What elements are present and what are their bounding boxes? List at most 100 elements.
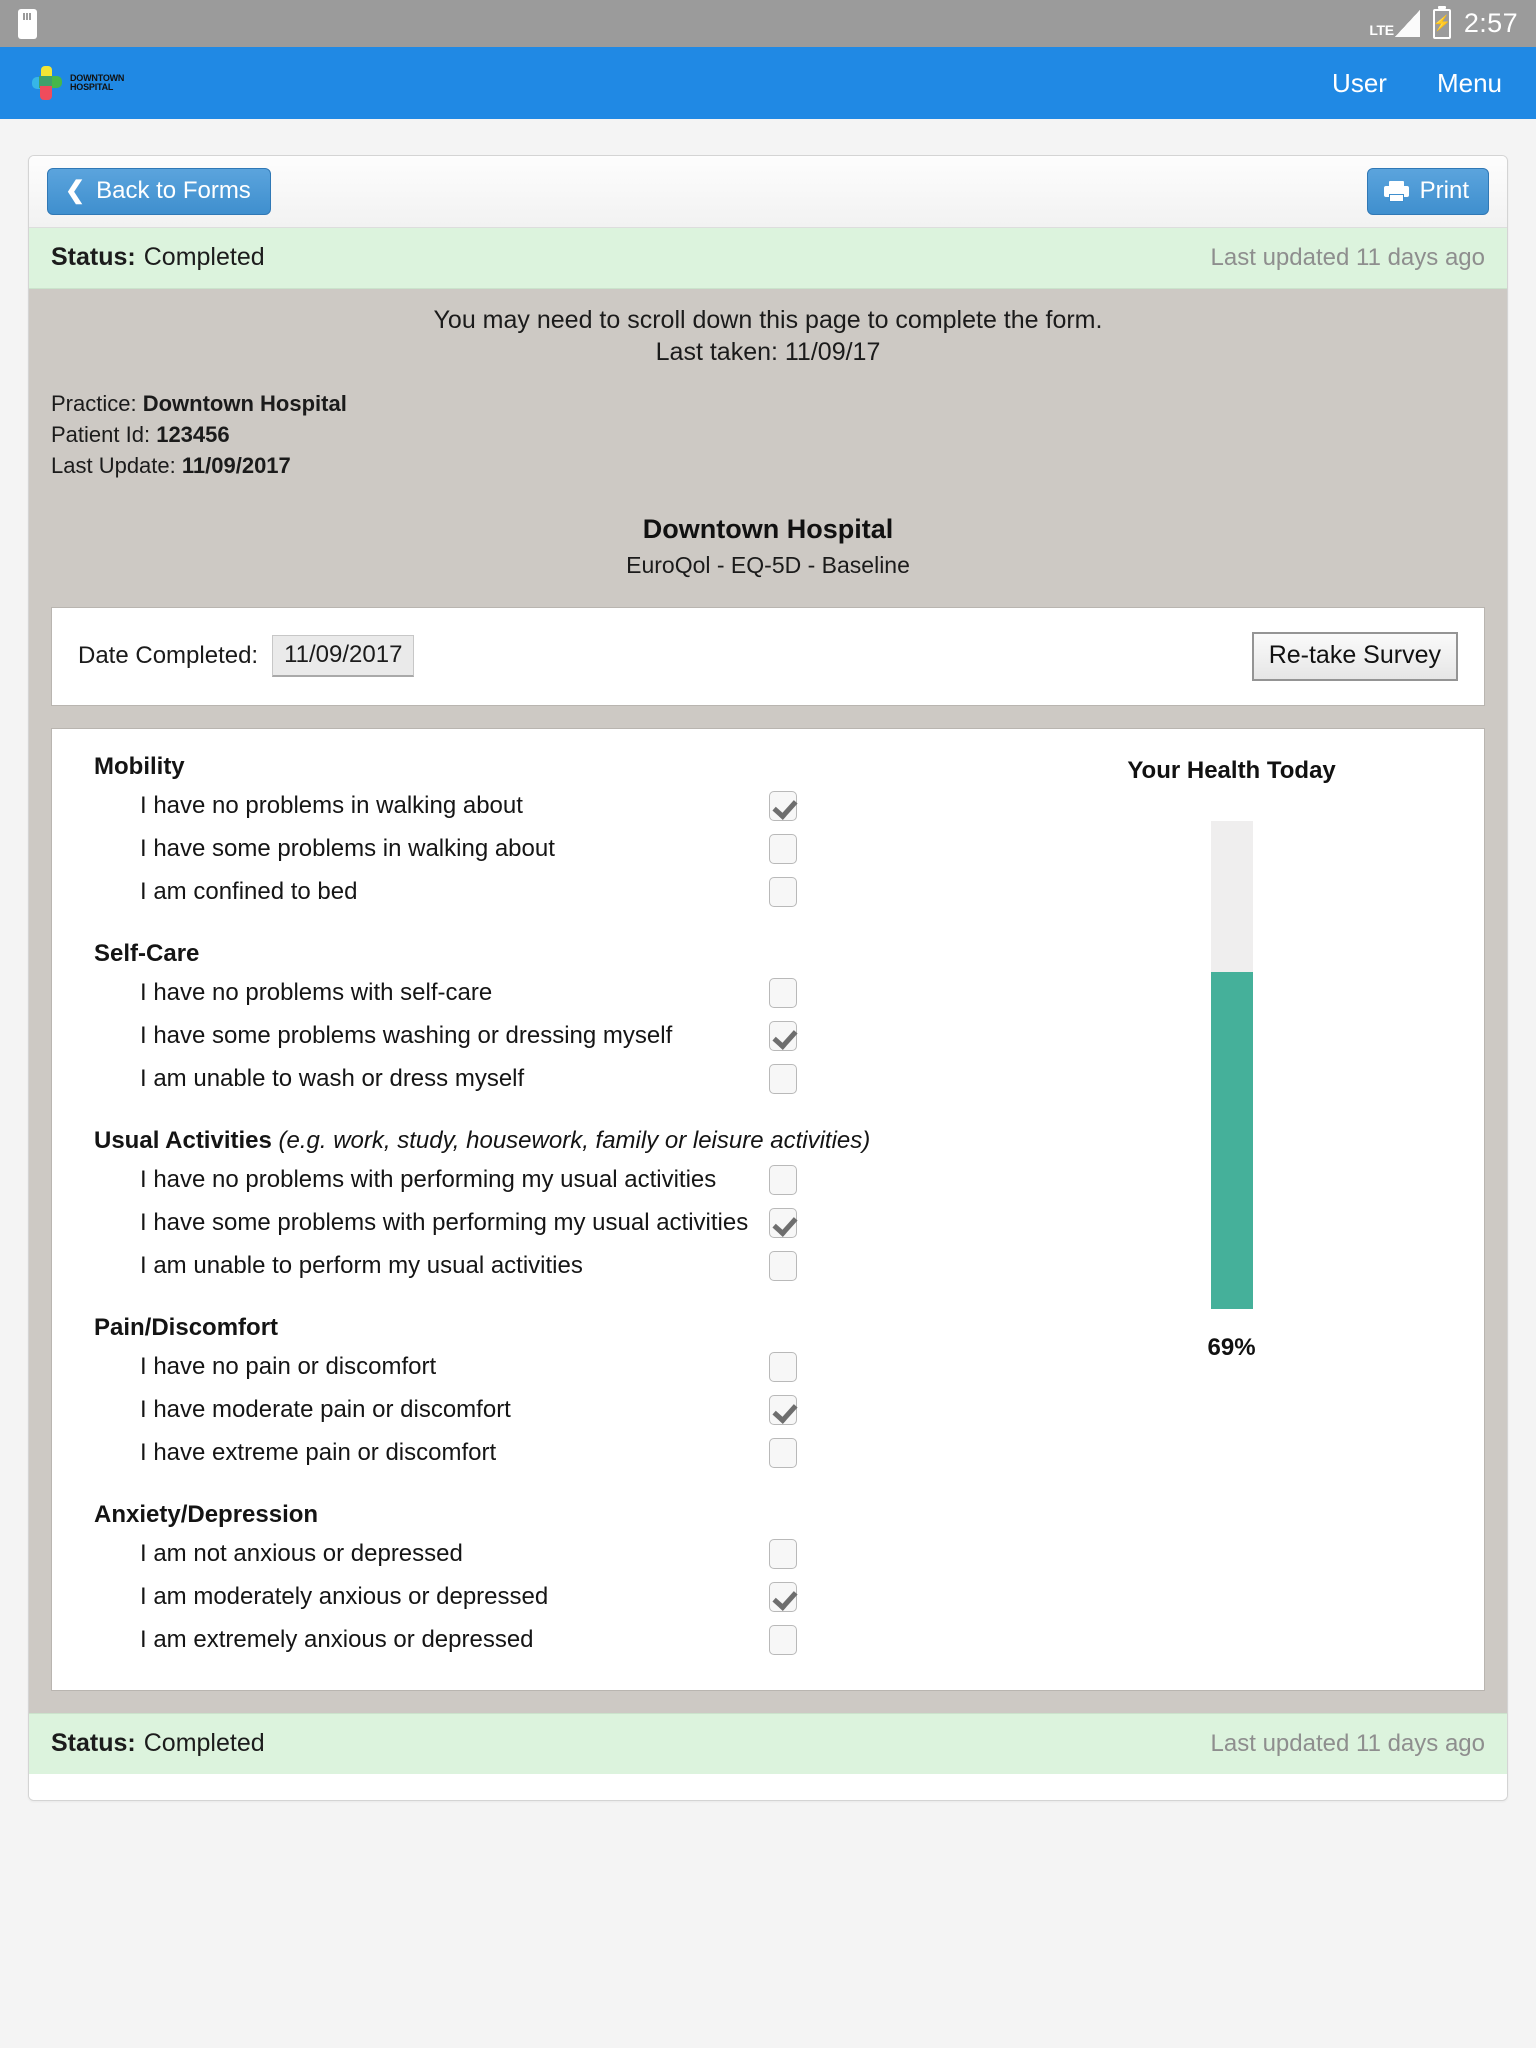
survey-option-row[interactable]: I have some problems in walking about [82,828,997,871]
back-to-forms-button[interactable]: ❮ Back to Forms [47,168,271,215]
last-taken-line: Last taken: 11/09/17 [655,337,881,366]
survey-option-label: I am unable to perform my usual activiti… [140,1252,583,1280]
survey-option-checkbox[interactable] [769,978,798,1009]
brand-logo-text: DOWNTOWN HOSPITAL [70,72,125,93]
survey-option-label: I have some problems in walking about [140,835,555,863]
survey-questions-column: Mobility I have no problems in walking ab… [52,753,997,1662]
survey-option-row[interactable]: I have no pain or discomfort [82,1346,997,1389]
survey-section: Self-Care I have no problems with self-ca… [82,940,997,1101]
survey-option-label: I am moderately anxious or depressed [140,1583,549,1611]
survey-option-label: I have extreme pain or discomfort [140,1439,497,1467]
survey-option-row[interactable]: I have no problems with self-care [82,972,997,1015]
survey-option-row[interactable]: I am extremely anxious or depressed [82,1619,997,1662]
survey-option-label: I am extremely anxious or depressed [140,1626,534,1654]
survey-option-label: I have no problems in walking about [140,792,523,820]
nav-item-menu[interactable]: Menu [1437,70,1502,96]
survey-section: Pain/Discomfort I have no pain or discomf… [82,1314,997,1475]
scroll-hint-line1: You may need to scroll down this page to… [433,306,1103,334]
sd-card-icon [18,8,37,39]
survey-option-label: I have no problems with self-care [140,979,493,1007]
brand-logo-line2: HOSPITAL [70,82,114,92]
survey-option-checkbox[interactable] [769,1539,798,1570]
survey-option-row[interactable]: I have no problems in walking about [82,785,997,828]
status-last-updated-top: Last updated 11 days ago [1210,244,1485,271]
patient-meta: Practice: Downtown Hospital Patient Id: … [51,388,1485,482]
gauge-fill [1210,971,1253,1309]
survey-option-row[interactable]: I have some problems washing or dressing… [82,1015,997,1058]
status-label: Status: [51,243,136,271]
nav-item-user[interactable]: User [1332,70,1387,96]
retake-survey-button[interactable]: Re-take Survey [1251,631,1458,681]
gauge-track [1210,820,1253,1309]
survey-option-checkbox[interactable] [769,877,798,908]
survey-option-checkbox-checked[interactable] [769,1021,798,1052]
form-card: ❮ Back to Forms Print Status: Completed … [28,155,1508,1801]
survey-option-row[interactable]: I am moderately anxious or depressed [82,1576,997,1619]
survey-option-row[interactable]: I have extreme pain or discomfort [82,1432,997,1475]
practice-row: Practice: Downtown Hospital [51,388,1485,419]
card-footer-spacer [29,1773,1507,1800]
health-gauge-column: Your Health Today 69% [997,753,1484,1662]
network-type-label: LTE [1369,22,1394,38]
status-label-bottom: Status: [51,1728,136,1757]
header-nav: User Menu [1332,70,1502,96]
status-last-updated-bottom: Last updated 11 days ago [1210,1729,1485,1757]
survey-option-checkbox-checked[interactable] [769,791,798,822]
survey-section-title: Mobility [94,753,997,781]
print-button[interactable]: Print [1366,168,1489,215]
survey-option-label: I have no problems with performing my us… [140,1166,717,1194]
survey-option-row[interactable]: I am unable to wash or dress myself [82,1058,997,1101]
survey-option-checkbox-checked[interactable] [769,1395,798,1426]
survey-option-row[interactable]: I am unable to perform my usual activiti… [82,1245,997,1288]
survey-option-checkbox[interactable] [769,1625,798,1656]
survey-option-checkbox[interactable] [769,1251,798,1282]
survey-option-label: I have some problems washing or dressing… [140,1022,673,1050]
survey-option-label: I have no pain or discomfort [140,1353,437,1381]
survey-option-checkbox-checked[interactable] [769,1208,798,1239]
survey-option-checkbox[interactable] [769,1165,798,1196]
last-update-value: 11/09/2017 [181,453,291,479]
survey-section-title: Usual Activities (e.g. work, study, hous… [94,1127,997,1155]
brand-logo-line1: DOWNTOWN [70,72,125,83]
survey-section-title: Self-Care [94,940,997,968]
printer-icon [1383,180,1409,202]
date-completed-value[interactable]: 11/09/2017 [272,635,415,678]
survey-option-checkbox[interactable] [769,1064,798,1095]
survey-option-row[interactable]: I am confined to bed [82,871,997,914]
survey-section-title-text: Mobility [94,752,185,780]
android-status-bar: LTE ⚡ 2:57 [0,0,1536,47]
print-label: Print [1419,177,1469,204]
survey-panel: Mobility I have no problems in walking ab… [51,727,1485,1691]
survey-section: Anxiety/Depression I am not anxious or de… [82,1501,997,1662]
date-completed-label: Date Completed: [78,642,259,670]
status-bar-right-icons: LTE ⚡ 2:57 [1369,8,1518,39]
survey-option-checkbox[interactable] [769,1352,798,1383]
last-update-row: Last Update: 11/09/2017 [51,450,1485,481]
brand-logo[interactable]: DOWNTOWN HOSPITAL [32,66,124,100]
survey-option-row[interactable]: I have no problems with performing my us… [82,1159,997,1202]
survey-option-label: I am not anxious or depressed [140,1540,463,1568]
survey-section-title: Anxiety/Depression [94,1501,997,1529]
battery-charging-icon: ⚡ [1433,8,1451,39]
form-toolbar: ❮ Back to Forms Print [29,156,1507,228]
survey-option-label: I have moderate pain or discomfort [140,1396,511,1424]
survey-option-label: I am unable to wash or dress myself [140,1065,525,1093]
status-value-bottom: Completed [143,1728,265,1757]
survey-option-row[interactable]: I am not anxious or depressed [82,1533,997,1576]
gauge-value-label: 69% [1207,1333,1256,1361]
status-value: Completed [143,243,265,271]
scroll-hint: You may need to scroll down this page to… [51,305,1485,368]
survey-option-checkbox[interactable] [769,1438,798,1469]
practice-value: Downtown Hospital [142,391,347,416]
patient-id-row: Patient Id: 123456 [51,419,1485,450]
survey-option-checkbox-checked[interactable] [769,1582,798,1613]
status-bar-left-icons [18,8,37,39]
survey-option-row[interactable]: I have some problems with performing my … [82,1202,997,1245]
survey-option-row[interactable]: I have moderate pain or discomfort [82,1389,997,1432]
signal-bars-icon: LTE [1369,10,1420,37]
patient-id-value: 123456 [156,422,230,448]
page-content: ❮ Back to Forms Print Status: Completed … [0,119,1536,2048]
survey-option-label: I have some problems with performing my … [140,1209,749,1237]
survey-option-checkbox[interactable] [769,834,798,865]
survey-section-title: Pain/Discomfort [94,1314,997,1342]
